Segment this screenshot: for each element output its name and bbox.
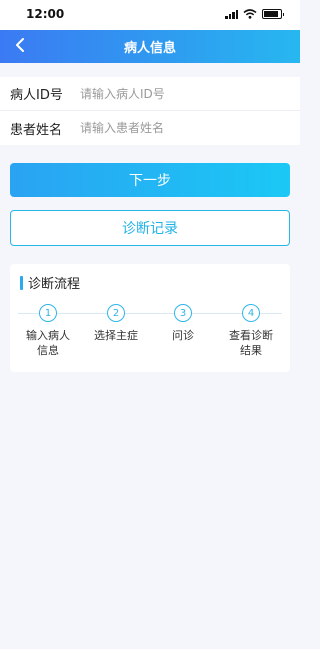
step-number: 4 — [242, 304, 260, 322]
patient-form: 病人ID号 患者姓名 — [0, 77, 300, 145]
step-label: 问诊 — [172, 329, 194, 342]
flow-title: 诊断流程 — [28, 277, 81, 292]
step-label: 查看诊断结果 — [229, 329, 273, 357]
patient-name-label: 患者姓名 — [10, 122, 63, 138]
patient-id-input[interactable] — [80, 86, 300, 101]
battery-icon — [262, 9, 284, 19]
patient-id-label: 病人ID号 — [10, 88, 63, 103]
signal-icon — [225, 9, 238, 19]
flow-step-4: 4 查看诊断结果 — [223, 304, 279, 358]
flow-step-1: 1 输入病人信息 — [20, 304, 76, 358]
step-label: 选择主症 — [94, 329, 138, 342]
flow-header: 诊断流程 — [20, 273, 80, 292]
status-time: 12:00 — [26, 7, 65, 21]
patient-name-row: 患者姓名 — [0, 111, 300, 145]
status-icons — [225, 9, 284, 19]
patient-id-row: 病人ID号 — [0, 77, 300, 111]
page-title: 病人信息 — [123, 41, 176, 56]
flow-title-accent — [20, 275, 23, 290]
nav-bar: 病人信息 — [0, 30, 300, 63]
flow-step-3: 3 问诊 — [155, 304, 211, 343]
step-number: 2 — [107, 304, 125, 322]
step-label: 输入病人信息 — [26, 329, 70, 357]
flow-step-2: 2 选择主症 — [88, 304, 144, 343]
status-bar: 12:00 — [0, 0, 300, 30]
diagnosis-flow-card: 诊断流程 1 输入病人信息 2 选择主症 3 问诊 4 查看诊断结果 — [10, 264, 290, 372]
diagnosis-records-button[interactable]: 诊断记录 — [10, 210, 290, 246]
step-number: 1 — [39, 304, 57, 322]
wifi-icon — [243, 9, 257, 19]
next-step-button[interactable]: 下一步 — [10, 163, 290, 197]
battery-level — [264, 11, 278, 17]
patient-name-input[interactable] — [80, 121, 300, 135]
chevron-left-icon[interactable] — [10, 35, 30, 55]
step-number: 3 — [174, 304, 192, 322]
